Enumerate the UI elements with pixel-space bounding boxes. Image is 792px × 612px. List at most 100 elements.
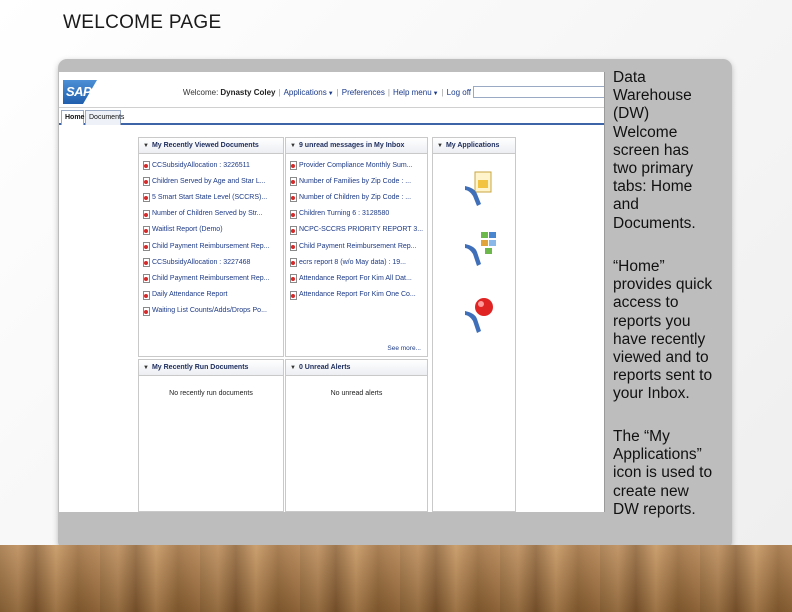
panel-header: ▼ My Recently Run Documents xyxy=(139,360,283,376)
chevron-down-icon: ▼ xyxy=(327,90,334,97)
text-line: reports you xyxy=(613,312,691,330)
tab-documents[interactable]: Documents xyxy=(85,110,124,125)
report-doc-icon xyxy=(290,161,297,171)
text-line: two primary xyxy=(613,160,694,178)
nav-separator: | xyxy=(387,87,390,97)
list-item[interactable]: NCPC-SCCRS PRIORITY REPORT 3... xyxy=(290,222,427,238)
applications-panel: ▼ My Applications xyxy=(432,137,516,512)
panel-header: ▼ My Applications xyxy=(433,138,515,154)
message-title: Provider Compliance Monthly Sum... xyxy=(299,161,413,169)
user-name: Dynasty Coley xyxy=(220,87,276,97)
text-line: viewed and to xyxy=(613,349,709,367)
collapse-icon[interactable]: ▼ xyxy=(437,143,443,149)
list-item[interactable]: Waitlist Report (Demo) xyxy=(143,222,283,238)
inbox-panel: ▼ 9 unread messages in My Inbox Provider … xyxy=(285,137,428,357)
description-paragraph-1: Data Warehouse (DW) Welcome screen has t… xyxy=(613,69,733,233)
report-doc-icon xyxy=(143,242,150,252)
collapse-icon[interactable]: ▼ xyxy=(143,365,149,371)
list-item[interactable]: Number of Families by Zip Code : ... xyxy=(290,173,427,189)
message-title: Attendance Report For Kim All Dat... xyxy=(299,274,412,282)
report-doc-icon xyxy=(143,225,150,235)
text-line: access to xyxy=(613,294,679,312)
nav-separator: | xyxy=(336,87,339,97)
text-line: Welcome xyxy=(613,123,678,141)
message-title: Child Payment Reimbursement Rep... xyxy=(299,242,417,250)
text-line: The “My xyxy=(613,428,670,445)
doc-title: Child Payment Reimbursement Rep... xyxy=(152,242,270,250)
nav-separator: | xyxy=(278,87,281,97)
report-doc-icon xyxy=(143,258,150,268)
report-doc-icon xyxy=(143,177,150,187)
list-item[interactable]: Child Payment Reimbursement Rep... xyxy=(143,270,283,286)
list-item[interactable]: Child Payment Reimbursement Rep... xyxy=(290,238,427,254)
applications-menu[interactable]: Applications▼ xyxy=(284,88,334,97)
dw-welcome-screenshot: SAP Welcome: Dynasty Coley | Application… xyxy=(59,72,605,512)
list-item[interactable]: 5 Smart Start State Level (SCCRS)... xyxy=(143,189,283,205)
report-doc-icon xyxy=(290,274,297,284)
message-title: NCPC-SCCRS PRIORITY REPORT 3... xyxy=(299,226,424,234)
text-line: and xyxy=(613,196,639,214)
collapse-icon[interactable]: ▼ xyxy=(290,365,296,371)
empty-message: No unread alerts xyxy=(330,390,383,397)
doc-title: Waiting List Counts/Adds/Drops Po... xyxy=(152,307,267,315)
top-header-bar: SAP Welcome: Dynasty Coley | Application… xyxy=(59,72,604,108)
doc-title: CCSubsidyAllocation : 3226511 xyxy=(152,161,250,169)
inbox-list: Provider Compliance Monthly Sum... Numbe… xyxy=(286,154,427,303)
panel-title: 9 unread messages in My Inbox xyxy=(298,142,405,149)
report-doc-icon xyxy=(143,161,150,171)
collapse-icon[interactable]: ▼ xyxy=(290,143,296,149)
list-item[interactable]: Attendance Report For Kim All Dat... xyxy=(290,270,427,286)
explorer-app-icon xyxy=(465,298,493,333)
text-line: “Home” xyxy=(613,258,665,275)
list-item[interactable]: Attendance Report For Kim One Co... xyxy=(290,287,427,303)
see-more-link[interactable]: See more... xyxy=(387,345,421,352)
doc-title: Child Payment Reimbursement Rep... xyxy=(152,274,270,282)
list-item[interactable]: Child Payment Reimbursement Rep... xyxy=(143,238,283,254)
list-item[interactable]: Children Served by Age and Star L... xyxy=(143,173,283,189)
tab-home[interactable]: Home xyxy=(61,110,84,125)
welcome-label: Welcome: xyxy=(182,87,219,97)
help-menu[interactable]: Help menu▼ xyxy=(393,88,439,97)
message-title: Number of Children by Zip Code : ... xyxy=(299,193,412,201)
text-line: Applications” xyxy=(613,446,702,464)
list-item[interactable]: CCSubsidyAllocation : 3226511 xyxy=(143,157,283,173)
sap-logo-text: SAP xyxy=(66,84,92,99)
dashboard-app-icon[interactable] xyxy=(463,230,497,270)
text-line: provides quick xyxy=(613,276,713,294)
report-doc-icon xyxy=(143,193,150,203)
report-doc-icon xyxy=(290,177,297,187)
main-tabs: Home Documents xyxy=(59,108,604,125)
message-title: Attendance Report For Kim One Co... xyxy=(299,291,416,299)
collapse-icon[interactable]: ▼ xyxy=(143,143,149,149)
text-line: your Inbox. xyxy=(613,385,690,403)
list-item[interactable]: ecrs report 8 (w/o May data) : 19... xyxy=(290,254,427,270)
list-item[interactable]: Daily Attendance Report xyxy=(143,287,283,303)
alerts-panel: ▼ 0 Unread Alerts No unread alerts xyxy=(285,359,428,512)
slide-title: WELCOME PAGE xyxy=(63,12,222,33)
description-paragraph-3: The “My Applications” icon is used to cr… xyxy=(613,428,733,519)
search-input[interactable] xyxy=(473,86,604,98)
text-line: DW reports. xyxy=(613,500,696,518)
explorer-app-icon[interactable] xyxy=(463,295,497,335)
empty-message: No recently run documents xyxy=(169,390,253,397)
header-nav: Welcome: Dynasty Coley | Applications▼ |… xyxy=(182,86,604,98)
chevron-down-icon: ▼ xyxy=(432,90,439,97)
applications-menu-label: Applications xyxy=(283,87,327,97)
panel-header: ▼ My Recently Viewed Documents xyxy=(139,138,283,154)
preferences-link[interactable]: Preferences xyxy=(342,88,385,97)
list-item[interactable]: Waiting List Counts/Adds/Drops Po... xyxy=(143,303,283,319)
doc-title: Number of Children Served by Str... xyxy=(152,210,263,218)
list-item[interactable]: Children Turning 6 : 3128580 xyxy=(290,206,427,222)
list-item[interactable]: Number of Children Served by Str... xyxy=(143,206,283,222)
panel-title: My Applications xyxy=(445,142,500,149)
web-intelligence-app-icon[interactable] xyxy=(463,168,497,208)
list-item[interactable]: CCSubsidyAllocation : 3227468 xyxy=(143,254,283,270)
text-line: Documents. xyxy=(613,214,696,232)
message-title: Number of Families by Zip Code : ... xyxy=(299,177,412,185)
nav-separator: | xyxy=(441,87,444,97)
logoff-link[interactable]: Log off xyxy=(447,88,471,97)
web-intelligence-app-icon xyxy=(465,171,492,206)
list-item[interactable]: Provider Compliance Monthly Sum... xyxy=(290,157,427,173)
panel-header: ▼ 9 unread messages in My Inbox xyxy=(286,138,427,154)
list-item[interactable]: Number of Children by Zip Code : ... xyxy=(290,189,427,205)
